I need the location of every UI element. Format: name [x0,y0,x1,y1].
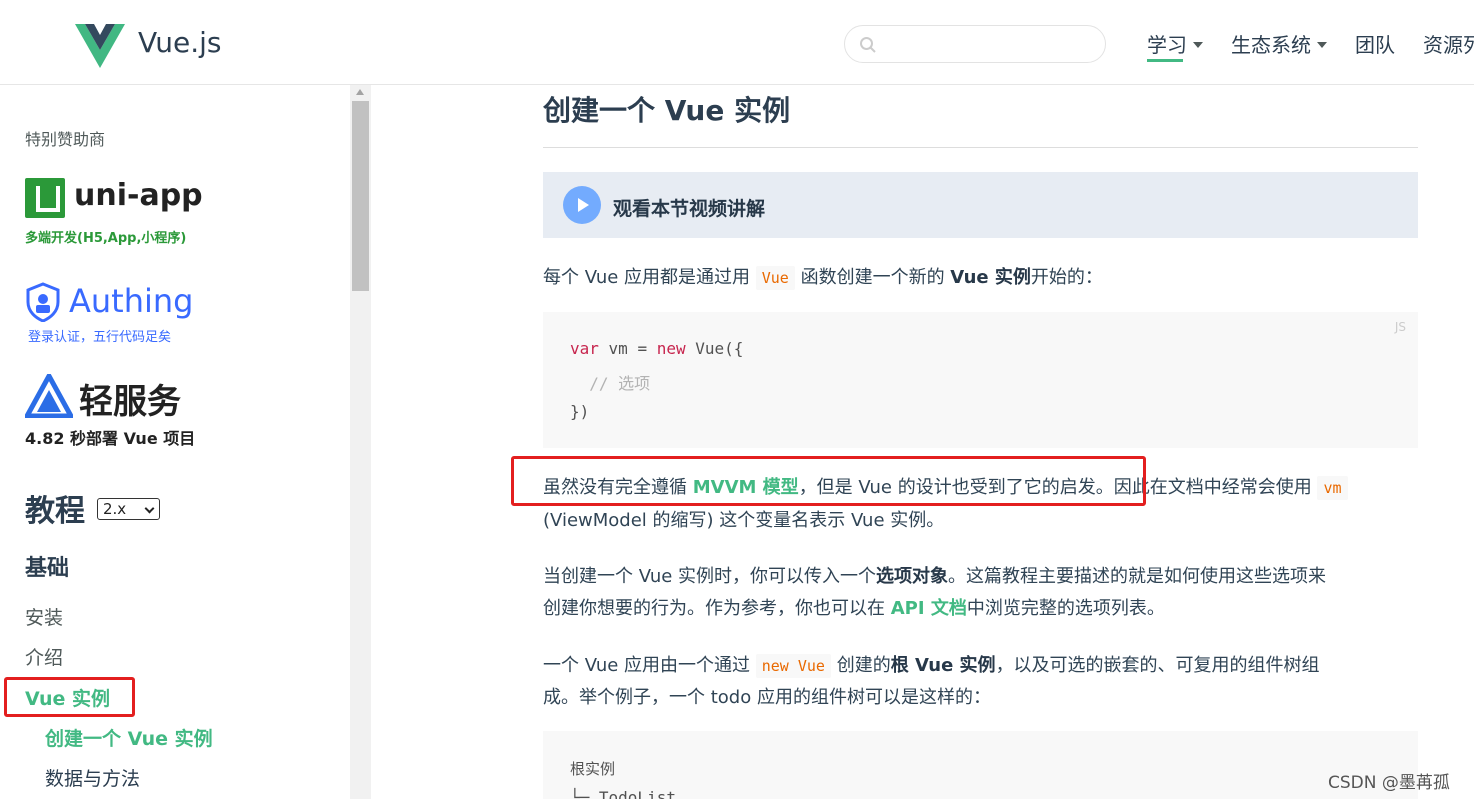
scroll-up-icon[interactable] [356,89,364,95]
vue-logo-icon[interactable] [75,24,125,68]
page-heading: 创建一个 Vue 实例 [543,94,791,127]
highlight-box-sidebar [4,677,135,717]
code-block-2: 根实例 └─ TodoList [543,731,1418,799]
paragraph-3-line-1: 当创建一个 Vue 实例时，你可以传入一个选项对象。这篇教程主要描述的就是如何使… [543,566,1327,587]
sidebar-link-install[interactable]: 安装 [25,603,63,630]
inline-code: vm [1317,476,1348,500]
scroll-thumb[interactable] [352,101,369,291]
version-select[interactable]: 2.x [97,498,160,520]
qingfuwu-logo-icon [25,374,73,418]
sidebar-sublink-data-methods[interactable]: 数据与方法 [45,764,140,791]
video-lesson-box[interactable]: 观看本节视频讲解 [543,172,1418,238]
top-header: Vue.js 学习 生态系统 团队 资源列 [0,0,1474,85]
sidebar-sublink-create-instance[interactable]: 创建一个 Vue 实例 [45,724,213,751]
code-line: // 选项 [570,374,651,393]
watermark: CSDN @墨苒孤 [1328,773,1450,793]
sidebar-scrollbar[interactable] [350,85,371,799]
search-input[interactable] [844,25,1106,63]
paragraph-4-line-2: 成。举个例子，一个 todo 应用的组件树可以是这样的： [543,687,991,708]
chevron-down-icon [144,503,155,514]
sidebar-link-intro[interactable]: 介绍 [25,643,63,670]
code-line: }) [570,402,590,421]
search-icon [860,37,876,53]
chevron-down-icon [1193,41,1203,48]
code-line: 根实例 [570,760,616,778]
nav-team[interactable]: 团队 [1355,28,1395,58]
shield-icon [26,282,60,322]
code-lang-label: JS [1394,320,1406,334]
inline-code: Vue [755,266,795,290]
code-block-1: JS var vm = new Vue({ // 选项 }) [543,312,1418,448]
play-icon[interactable] [563,186,601,224]
nav-ecosystem[interactable]: 生态系统 [1231,28,1327,58]
chevron-down-icon [1317,41,1327,48]
uni-app-logo-icon [25,178,65,218]
nav-resources[interactable]: 资源列 [1423,28,1474,58]
tutorial-title: 教程 [25,494,85,529]
highlight-box-main [511,456,1146,506]
paragraph-2-line-2: (ViewModel 的缩写) 这个变量名表示 Vue 实例。 [543,510,945,531]
paragraph-3-line-2: 创建你想要的行为。作为参考，你也可以在 API 文档中浏览完整的选项列表。 [543,598,1165,619]
video-label[interactable]: 观看本节视频讲解 [613,194,765,221]
section-basics: 基础 [25,556,70,581]
sponsor-label: 特别赞助商 [25,130,106,149]
paragraph-4-line-1: 一个 Vue 应用由一个通过 new Vue 创建的根 Vue 实例，以及可选的… [543,654,1320,678]
heading-divider [543,147,1418,148]
paragraph-1: 每个 Vue 应用都是通过用 Vue 函数创建一个新的 Vue 实例开始的： [543,266,1103,290]
api-docs-link[interactable]: API 文档 [891,598,967,619]
nav-learn[interactable]: 学习 [1147,28,1203,62]
code-line: var vm = new Vue({ [570,339,744,358]
inline-code: new Vue [755,654,831,678]
code-line: └─ TodoList [570,788,676,799]
logo-text[interactable]: Vue.js [138,26,222,59]
main-nav: 学习 生态系统 团队 资源列 [1147,28,1474,68]
